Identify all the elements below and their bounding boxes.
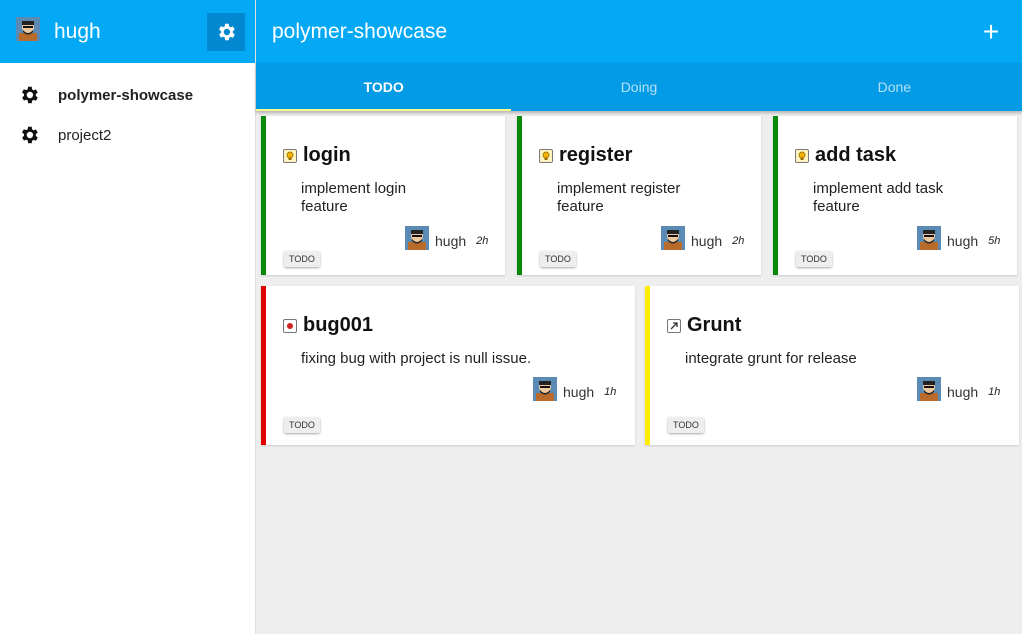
task-card[interactable]: login implement login feature hugh 2h TO… (261, 116, 505, 275)
description-line: feature (557, 198, 604, 215)
user-name: hugh (54, 19, 101, 43)
status-tabs: TODO Doing Done (256, 63, 1022, 111)
avatar (917, 377, 941, 406)
status-badge[interactable]: TODO (796, 251, 832, 267)
card-title: bug001 (283, 314, 373, 337)
card-title: Grunt (667, 314, 741, 337)
avatar (405, 226, 429, 255)
gear-icon (22, 86, 38, 104)
assignee-name: hugh (947, 232, 979, 249)
status-stripe (645, 286, 650, 445)
card-title: login (283, 144, 351, 167)
status-stripe (773, 116, 778, 275)
avatar (661, 226, 685, 255)
gear-icon (219, 23, 235, 40)
avatar (533, 377, 557, 406)
status-stripe (517, 116, 522, 275)
card-title-text: bug001 (303, 314, 374, 336)
card-meta: hugh 5h (917, 226, 1000, 255)
sidebar: hugh polymer-showcase project2 (0, 0, 256, 634)
task-age: 2h (732, 234, 745, 247)
assignee-name: hugh (435, 232, 467, 249)
improvement-icon (667, 318, 681, 333)
card-meta: hugh 2h (661, 226, 744, 255)
card-meta: hugh 1h (533, 377, 616, 406)
main-panel: polymer-showcase + TODO Doing Done login… (256, 0, 1022, 634)
task-card[interactable]: register implement register feature hugh… (517, 116, 761, 275)
card-meta: hugh 1h (917, 377, 1000, 406)
description-line: implement register (557, 180, 681, 197)
description-line: fixing bug with project is null issue. (301, 350, 532, 367)
card-meta: hugh 2h (405, 226, 488, 255)
page-title: polymer-showcase (272, 19, 448, 43)
card-title: add task (795, 144, 896, 167)
assignee-name: hugh (947, 383, 979, 400)
gear-icon (22, 126, 38, 144)
tab-doing[interactable]: Doing (511, 63, 766, 111)
card-title-text: add task (815, 144, 897, 166)
status-stripe (261, 116, 266, 275)
settings-button[interactable] (207, 12, 245, 51)
status-badge[interactable]: TODO (284, 251, 320, 267)
project-list: polymer-showcase project2 (0, 63, 255, 155)
status-badge[interactable]: TODO (540, 251, 576, 267)
status-badge[interactable]: TODO (284, 417, 320, 433)
sidebar-item-project2[interactable]: project2 (0, 115, 255, 155)
user-avatar (16, 17, 40, 46)
status-stripe (261, 286, 266, 445)
tab-done[interactable]: Done (767, 63, 1022, 111)
idea-icon (283, 148, 297, 163)
idea-icon (795, 148, 809, 163)
tab-todo[interactable]: TODO (256, 63, 512, 111)
assignee-name: hugh (563, 383, 595, 400)
card-description: implement register feature (557, 180, 680, 216)
avatar (917, 226, 941, 255)
task-age: 1h (604, 385, 617, 398)
description-line: feature (301, 198, 348, 215)
task-card[interactable]: bug001 fixing bug with project is null i… (261, 286, 635, 445)
description-line: integrate grunt for release (685, 350, 857, 367)
card-description: implement add task feature (813, 180, 943, 216)
description-line: implement add task (813, 180, 944, 197)
sidebar-item-polymer-showcase[interactable]: polymer-showcase (0, 75, 255, 115)
card-description: implement login feature (301, 180, 406, 216)
bug-icon (283, 318, 297, 333)
task-age: 1h (988, 385, 1001, 398)
sidebar-item-label: polymer-showcase (58, 86, 194, 104)
task-card[interactable]: Grunt integrate grunt for release hugh 1… (645, 286, 1019, 445)
card-description: integrate grunt for release (685, 350, 857, 368)
idea-icon (539, 148, 553, 163)
card-title-text: Grunt (687, 314, 742, 336)
task-age: 5h (988, 234, 1001, 247)
task-card[interactable]: add task implement add task feature hugh… (773, 116, 1017, 275)
task-age: 2h (476, 234, 489, 247)
card-title: register (539, 144, 632, 167)
card-description: fixing bug with project is null issue. (301, 350, 531, 368)
add-button[interactable]: + (976, 17, 1006, 46)
card-title-text: login (303, 144, 351, 166)
sidebar-header: hugh (0, 0, 255, 63)
assignee-name: hugh (691, 232, 723, 249)
card-title-text: register (559, 144, 633, 166)
status-badge[interactable]: TODO (668, 417, 704, 433)
description-line: feature (813, 198, 860, 215)
description-line: implement login (301, 180, 407, 197)
sidebar-item-label: project2 (58, 126, 112, 144)
toolbar: polymer-showcase + (256, 0, 1022, 63)
